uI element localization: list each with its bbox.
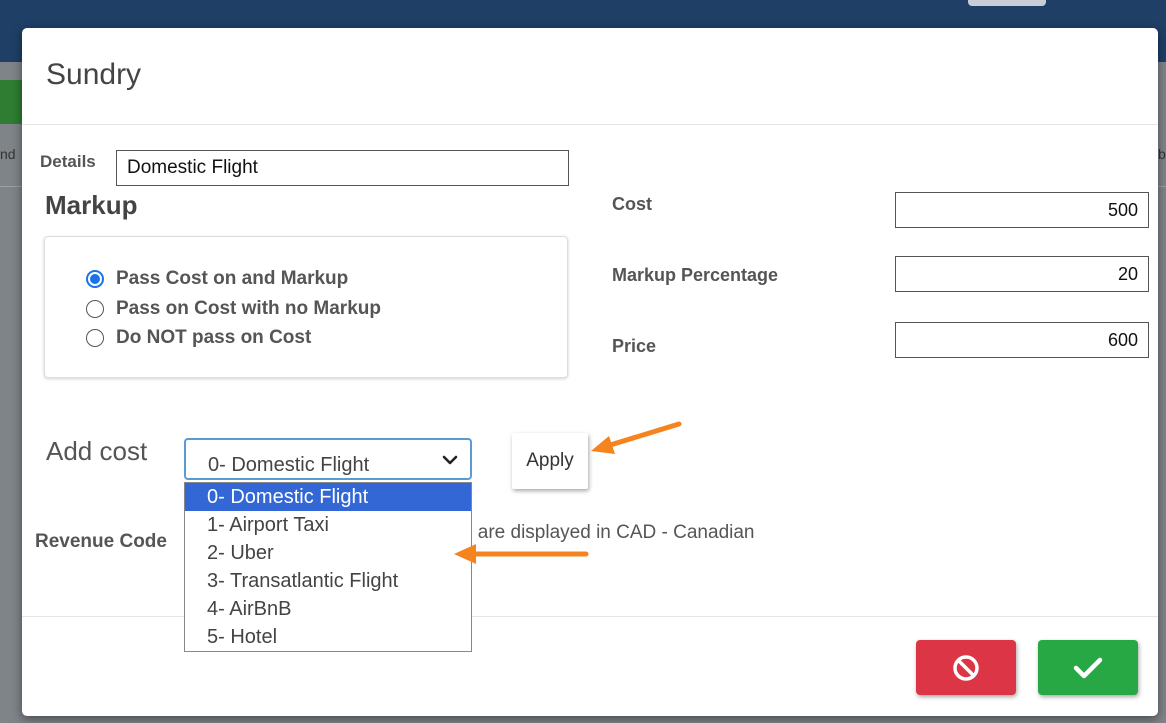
add-cost-selected-value: 0- Domestic Flight bbox=[208, 454, 370, 476]
radio-pass-cost-and-markup[interactable]: Pass Cost on and Markup bbox=[86, 267, 348, 291]
option-item[interactable]: 5- Hotel bbox=[185, 623, 471, 651]
option-item[interactable]: 4- AirBnB bbox=[185, 595, 471, 623]
option-item[interactable]: 0- Domestic Flight bbox=[185, 483, 471, 511]
confirm-button[interactable] bbox=[1038, 640, 1138, 695]
option-item[interactable]: 2- Uber bbox=[185, 539, 471, 567]
cancel-button[interactable] bbox=[916, 640, 1016, 695]
add-cost-options-list: 0- Domestic Flight 1- Airport Taxi 2- Ub… bbox=[184, 482, 472, 652]
radio-label: Pass on Cost with no Markup bbox=[116, 298, 381, 319]
header-button[interactable] bbox=[968, 0, 1046, 6]
add-cost-label: Add cost bbox=[46, 436, 148, 466]
markup-percentage-input[interactable] bbox=[895, 256, 1149, 292]
price-label: Price bbox=[612, 336, 657, 356]
markup-percentage-label: Markup Percentage bbox=[612, 265, 779, 285]
radio-button[interactable] bbox=[86, 329, 104, 347]
apply-button[interactable]: Apply bbox=[512, 433, 588, 489]
radio-pass-cost-no-markup[interactable]: Pass on Cost with no Markup bbox=[86, 297, 381, 321]
price-input[interactable] bbox=[895, 322, 1149, 358]
background-green-button bbox=[0, 80, 22, 124]
cost-label: Cost bbox=[612, 194, 652, 214]
radio-button[interactable] bbox=[86, 300, 104, 318]
modal-title: Sundry bbox=[46, 58, 142, 91]
radio-label: Do NOT pass on Cost bbox=[116, 327, 312, 348]
background-text-fragment: nd bbox=[0, 146, 16, 162]
radio-button[interactable] bbox=[86, 270, 104, 288]
check-icon bbox=[1073, 657, 1103, 678]
chevron-down-icon bbox=[442, 455, 458, 465]
cost-input[interactable] bbox=[895, 192, 1149, 228]
option-item[interactable]: 1- Airport Taxi bbox=[185, 511, 471, 539]
details-label: Details bbox=[40, 152, 96, 171]
revenue-code-label: Revenue Code bbox=[35, 531, 167, 552]
ban-icon bbox=[953, 654, 979, 681]
sundry-modal: Sundry Details Markup Pass Cost on and M… bbox=[22, 28, 1158, 716]
currency-note: s are displayed in CAD - Canadian bbox=[463, 522, 755, 543]
add-cost-select[interactable]: 0- Domestic Flight bbox=[184, 438, 472, 480]
radio-label: Pass Cost on and Markup bbox=[116, 268, 349, 289]
markup-title: Markup bbox=[45, 190, 138, 220]
option-item[interactable]: 3- Transatlantic Flight bbox=[185, 567, 471, 595]
details-input[interactable] bbox=[116, 150, 569, 186]
background-text-fragment: b bbox=[1158, 146, 1166, 162]
modal-header: Sundry bbox=[22, 28, 1158, 125]
radio-do-not-pass-cost[interactable]: Do NOT pass on Cost bbox=[86, 326, 311, 350]
